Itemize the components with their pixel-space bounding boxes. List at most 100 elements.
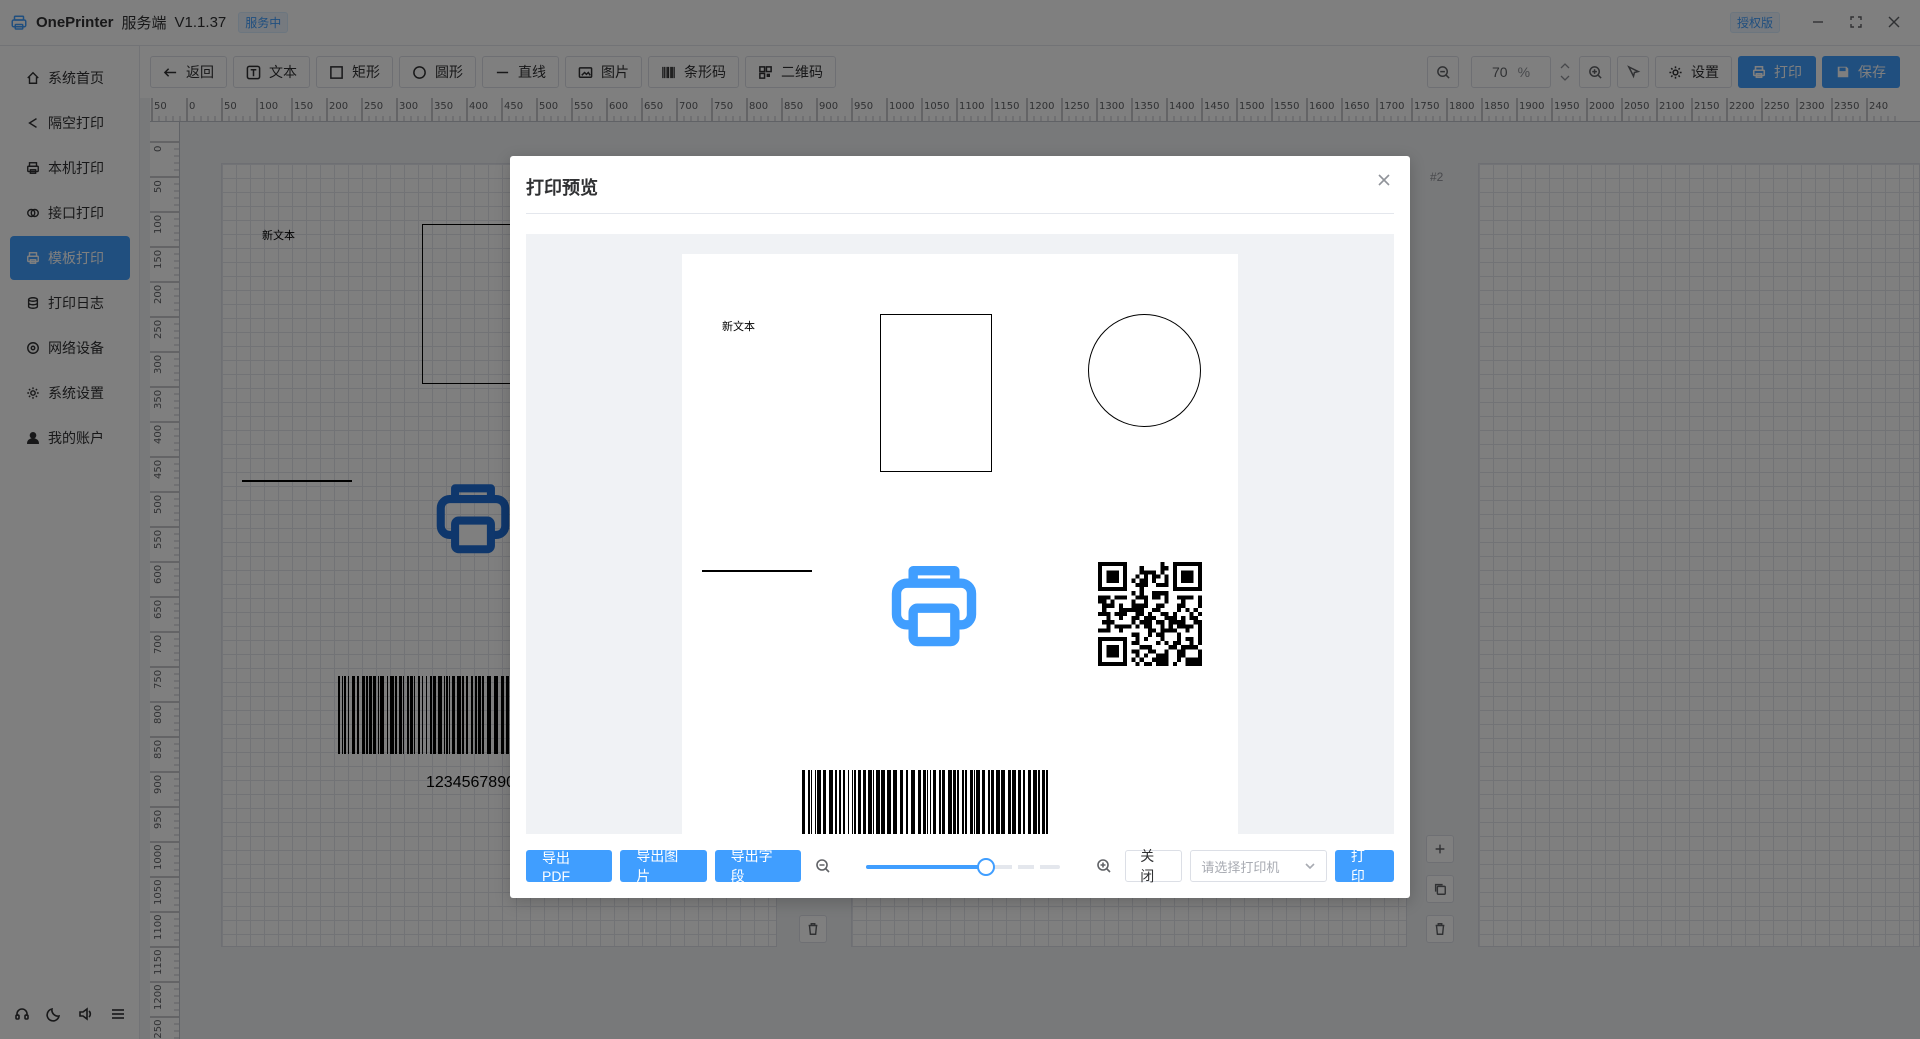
close-dialog-button[interactable]: 关闭 <box>1125 848 1183 884</box>
qr-module <box>1106 624 1111 629</box>
qr-module <box>1181 624 1186 629</box>
dialog-close-button[interactable] <box>1374 170 1394 190</box>
qr-module <box>1106 611 1111 617</box>
qr-module <box>1102 620 1107 625</box>
preview-line-element <box>702 570 812 572</box>
preview-zoom-out-button[interactable] <box>809 852 836 880</box>
barcode-bar <box>1046 770 1048 834</box>
barcode-bar <box>863 770 866 834</box>
qr-module <box>1106 616 1111 621</box>
dialog-print-button[interactable]: 打印 <box>1334 848 1394 884</box>
qr-module <box>1193 645 1198 650</box>
preview-zoom-in-button[interactable] <box>1090 852 1117 880</box>
qr-module <box>1110 599 1115 604</box>
qr-module <box>1189 624 1194 629</box>
qr-module <box>1135 624 1140 629</box>
preview-circle-element <box>1088 314 1201 427</box>
barcode-bar <box>942 770 945 834</box>
barcode-bar <box>823 770 826 834</box>
qr-module <box>1189 641 1194 646</box>
slider-thumb[interactable] <box>977 858 996 876</box>
barcode-bar <box>868 770 872 834</box>
barcode-bar <box>1001 770 1005 834</box>
qr-module <box>1189 595 1194 600</box>
qr-module <box>1160 562 1165 567</box>
preview-zoom-slider[interactable] <box>866 856 1061 876</box>
qr-module <box>1197 653 1202 658</box>
printer-select-placeholder: 请选择打印机 <box>1201 859 1280 875</box>
qr-module <box>1185 595 1190 600</box>
qr-module <box>1164 599 1169 604</box>
barcode-bar <box>808 770 810 834</box>
qr-module <box>1189 645 1194 650</box>
qr-module <box>1177 641 1182 646</box>
qr-module <box>1118 603 1123 608</box>
barcode-bar <box>858 770 861 834</box>
qr-module <box>1164 578 1169 583</box>
qr-module <box>1106 603 1111 608</box>
barcode-bar <box>965 770 967 834</box>
qr-module <box>1147 611 1153 617</box>
barcode-bar <box>843 770 845 834</box>
qr-module <box>1160 636 1165 642</box>
qr-module <box>1193 661 1198 666</box>
qr-module <box>1131 599 1136 604</box>
print-preview-dialog: 打印预览 新文本 导出PDF 导出图片 导出字段 关闭 请选择打印机 打印 <box>510 156 1410 898</box>
qr-module <box>1139 586 1144 592</box>
qr-module <box>1164 616 1169 621</box>
barcode-bar <box>802 770 805 834</box>
qr-module <box>1135 611 1140 617</box>
qr-module <box>1139 591 1144 596</box>
qr-module <box>1181 616 1186 621</box>
barcode-bar <box>1033 770 1037 834</box>
qr-module <box>1177 595 1182 600</box>
qr-module <box>1156 591 1161 596</box>
barcode-bar <box>991 770 994 834</box>
qr-module <box>1098 595 1103 600</box>
barcode-bar <box>953 770 956 834</box>
qr-module <box>1164 649 1169 654</box>
barcode-bar <box>835 770 837 834</box>
qr-module <box>1131 657 1136 662</box>
qr-module <box>1164 657 1169 662</box>
qr-module <box>1177 636 1182 642</box>
qr-module <box>1164 591 1169 596</box>
qr-module <box>1156 620 1161 625</box>
qr-module <box>1127 624 1132 629</box>
preview-text-element: 新文本 <box>722 321 755 333</box>
barcode-bar <box>839 770 841 834</box>
qr-finder-pattern <box>1106 645 1119 658</box>
qr-module <box>1139 595 1144 600</box>
qr-module <box>1135 595 1140 600</box>
export-image-button[interactable]: 导出图片 <box>620 848 707 884</box>
qr-module <box>1156 661 1161 666</box>
qr-module <box>1102 599 1107 604</box>
export-pdf-button[interactable]: 导出PDF <box>526 850 613 884</box>
qr-module <box>1131 591 1136 596</box>
printer-select[interactable]: 请选择打印机 <box>1190 850 1327 882</box>
dialog-footer: 导出PDF 导出图片 导出字段 关闭 请选择打印机 打印 <box>526 848 1394 884</box>
qr-module <box>1139 611 1144 617</box>
barcode-bar <box>1038 770 1040 834</box>
qr-module <box>1160 620 1165 625</box>
qr-module <box>1156 603 1161 608</box>
preview-area[interactable]: 新文本 <box>526 234 1394 834</box>
qr-module <box>1139 603 1144 608</box>
qr-module <box>1189 636 1194 642</box>
qr-module <box>1168 645 1173 650</box>
qr-module <box>1152 616 1157 621</box>
qr-module <box>1156 653 1161 658</box>
preview-printer-image <box>891 565 977 647</box>
barcode-bar <box>854 770 856 834</box>
qr-module <box>1147 645 1153 650</box>
qr-module <box>1177 653 1182 658</box>
qr-module <box>1143 603 1148 608</box>
qr-module <box>1118 595 1123 600</box>
qr-module <box>1197 595 1202 600</box>
qr-module <box>1197 620 1202 625</box>
qr-module <box>1185 645 1190 650</box>
qr-module <box>1181 620 1186 625</box>
export-fields-button[interactable]: 导出字段 <box>714 848 801 884</box>
qr-module <box>1193 620 1198 625</box>
qr-module <box>1139 607 1144 612</box>
